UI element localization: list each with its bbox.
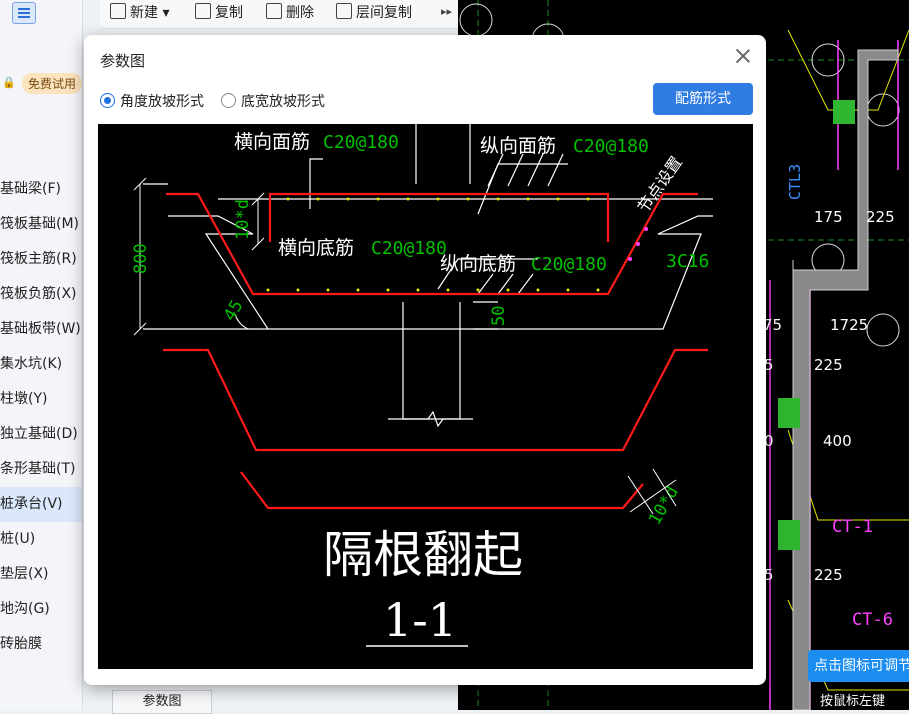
floor-copy-icon [336, 3, 352, 19]
trial-row: 🔒 免费试用 [0, 70, 83, 94]
bot-trans-label: 横向底筋 [278, 237, 354, 259]
sidebar-item[interactable]: 桩承台(V) [0, 487, 82, 522]
dim-800: 800 [131, 243, 151, 274]
top-trans-value: C20@180 [323, 132, 399, 153]
new-label: 新建 [130, 5, 158, 21]
delete-label: 删除 [286, 5, 314, 21]
dialog-title: 参数图 [100, 52, 146, 70]
new-icon [110, 3, 126, 19]
copy-button[interactable]: 复制 [195, 3, 243, 23]
parameter-drawing: 横向面筋 C20@180 纵向面筋 C20@180 横向底筋 C20@180 纵… [98, 124, 753, 669]
sidebar-item[interactable]: 集水坑(K) [0, 347, 82, 382]
component-list: 基础梁(F) 筏板基础(M) 筏板主筋(R) 筏板负筋(X) 基础板带(W) 集水坑(K)… [0, 172, 82, 662]
left-sidebar: 🔒 免费试用 基础梁(F) 筏板基础(M) 筏板主筋(R) 筏板负筋(X) 基础板带(W… [0, 0, 83, 710]
toolbar: 新建 ▾ 复制 删除 层间复制 ▸▸ [100, 0, 458, 29]
close-icon[interactable] [734, 47, 752, 65]
delete-button[interactable]: 删除 [266, 3, 314, 23]
lock-icon: 🔒 [2, 76, 16, 89]
sidebar-top [0, 0, 82, 30]
sidebar-item[interactable]: 筏板主筋(R) [0, 242, 82, 277]
sidebar-item[interactable]: 垫层(X) [0, 557, 82, 592]
dim-50: 50 [489, 306, 509, 326]
caption: 隔根翻起 [323, 526, 523, 584]
sidebar-item[interactable]: 基础梁(F) [0, 172, 82, 207]
svg-text:225: 225 [866, 208, 895, 226]
radio-dot-icon [100, 93, 115, 108]
sidebar-item[interactable]: 条形基础(T) [0, 452, 82, 487]
side-bars-label: 3C16 [666, 251, 709, 272]
node-setting-link[interactable]: 节点设置 [634, 153, 686, 216]
sidebar-item[interactable]: 砖胎膜 [0, 627, 82, 662]
param-tab[interactable]: 参数图 [112, 690, 212, 714]
svg-text:175: 175 [814, 208, 843, 226]
dim-10d-2: 10*d [645, 483, 683, 528]
floor-copy-button[interactable]: 层间复制 [336, 3, 412, 23]
radio-angle-slope[interactable]: 角度放坡形式 [100, 91, 204, 111]
svg-text:400: 400 [823, 432, 852, 450]
floor-copy-label: 层间复制 [356, 5, 412, 21]
status-text: 按鼠标左键 [820, 694, 886, 709]
section-diagram: 横向面筋 C20@180 纵向面筋 C20@180 横向底筋 C20@180 纵… [131, 124, 713, 647]
svg-text:225: 225 [814, 566, 843, 584]
radio-dot-icon [221, 93, 236, 108]
svg-text:CT-6: CT-6 [852, 610, 893, 630]
copy-label: 复制 [215, 5, 243, 21]
sidebar-item[interactable]: 桩(U) [0, 522, 82, 557]
svg-text:CT-1: CT-1 [832, 517, 873, 537]
section-label: 1-1 [383, 593, 457, 647]
top-trans-label: 横向面筋 [234, 131, 310, 153]
hint-tooltip: 点击图标可调节 [808, 650, 909, 682]
radio-width-slope[interactable]: 底宽放坡形式 [221, 91, 325, 111]
radio-width-label: 底宽放坡形式 [241, 94, 325, 110]
list-view-icon[interactable] [12, 2, 36, 24]
trash-icon [266, 3, 282, 19]
svg-text:1725: 1725 [830, 316, 868, 334]
long-bot-value: C20@180 [531, 254, 607, 275]
long-top-value: C20@180 [573, 136, 649, 157]
long-top-label: 纵向面筋 [480, 135, 556, 157]
sidebar-item[interactable]: 柱墩(Y) [0, 382, 82, 417]
svg-text:225: 225 [814, 356, 843, 374]
dim-10d: 10*d [233, 199, 253, 240]
copy-icon [195, 3, 211, 19]
radio-angle-label: 角度放坡形式 [120, 94, 204, 110]
rebar-form-button[interactable]: 配筋形式 [653, 83, 753, 115]
sidebar-item[interactable]: 地沟(G) [0, 592, 82, 627]
more-icon[interactable]: ▸▸ [441, 5, 452, 18]
param-dialog: 参数图 角度放坡形式 底宽放坡形式 配筋形式 横向面筋 C20@180 纵向面筋… [84, 35, 766, 685]
trial-badge[interactable]: 免费试用 [22, 73, 83, 94]
sidebar-item[interactable]: 筏板基础(M) [0, 207, 82, 242]
sidebar-item[interactable]: 基础板带(W) [0, 312, 82, 347]
dim-45: 45 [220, 297, 248, 325]
long-bot-label: 纵向底筋 [440, 253, 516, 275]
bot-trans-value: C20@180 [371, 238, 447, 259]
sidebar-item[interactable]: 独立基础(D) [0, 417, 82, 452]
svg-text:CTL3: CTL3 [786, 164, 804, 200]
sidebar-item[interactable]: 筏板负筋(X) [0, 277, 82, 312]
new-button[interactable]: 新建 ▾ [110, 3, 169, 23]
